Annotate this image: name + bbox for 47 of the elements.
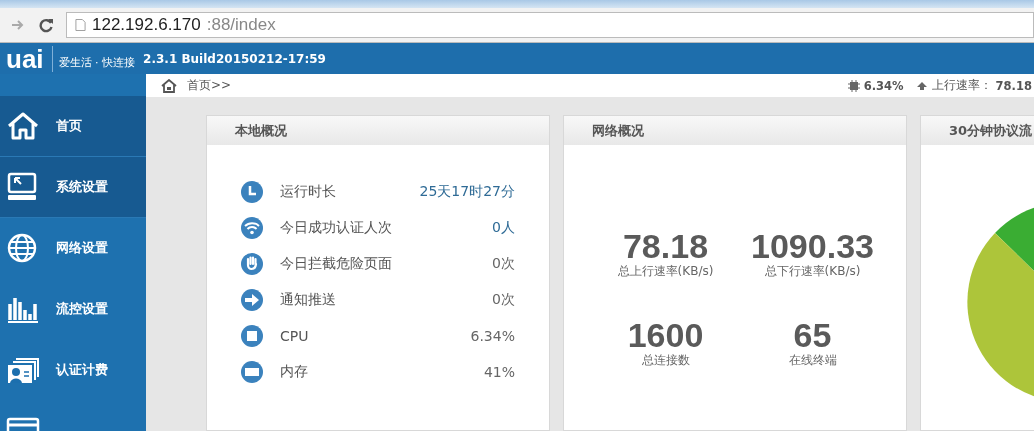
stat-label: CPU (280, 328, 309, 344)
address-bar[interactable]: 122.192.6.170 :88/index (66, 11, 1034, 38)
stat-caption: 总连接数 (641, 352, 690, 369)
stat-number: 1600 (627, 318, 704, 352)
chip-icon (241, 325, 263, 347)
cpu-usage: 6.34% (863, 78, 904, 93)
hand-icon (241, 253, 263, 275)
stat-value: 6.34% (470, 328, 515, 344)
reload-icon[interactable] (38, 16, 54, 33)
upload-speed-label: 上行速率： (931, 78, 992, 93)
up-arrow-icon (915, 80, 928, 91)
card-title: 网络概况 (592, 121, 644, 140)
stat-caption: 总上行速率(KB/s) (617, 263, 714, 280)
sidebar-item[interactable]: 首页 (0, 96, 146, 157)
sidebar-item[interactable]: 系统设置 (0, 157, 146, 218)
logo: uai (0, 45, 53, 72)
version-text: 2.3.1 Build20150212-17:59 (143, 51, 326, 66)
sidebar-item[interactable]: 流控设置 (0, 279, 146, 340)
home-icon[interactable] (161, 78, 177, 93)
stat-number: 65 (793, 318, 832, 352)
stat-label: 今日拦截危险页面 (280, 255, 392, 273)
stat-label: 内存 (280, 363, 308, 381)
stat-value: 41% (483, 364, 515, 380)
stat-value: 0次 (492, 291, 515, 309)
chip-icon (847, 79, 860, 92)
card-title: 本地概况 (235, 121, 287, 140)
stat-caption: 在线终端 (788, 352, 837, 369)
stat-label: 今日成功认证人次 (280, 219, 392, 237)
stat-label: 运行时长 (280, 183, 336, 201)
breadcrumb: 首页>> (187, 77, 232, 94)
stat-value: 0人 (492, 219, 515, 237)
wifi-icon (241, 217, 263, 239)
stat-number: 1090.33 (751, 229, 874, 263)
id-card-icon (6, 355, 40, 385)
home-icon (6, 111, 40, 141)
upload-speed-value: 78.18 (995, 78, 1032, 93)
sidebar-item[interactable]: 网络设置 (0, 218, 146, 279)
stat-value: 0次 (492, 255, 515, 273)
clock-icon (241, 181, 263, 203)
card-title: 30分钟协议流 (949, 121, 1033, 140)
slogan: 爱生活 · 快连接 (57, 55, 137, 70)
stat-value: 25天17时27分 (419, 183, 515, 201)
stat-caption: 总下行速率(KB/s) (764, 263, 861, 280)
stat-number: 78.18 (622, 229, 709, 263)
memory-icon (241, 361, 263, 383)
stat-label: 通知推送 (280, 291, 336, 309)
sidebar-item[interactable]: 认证计费 (0, 340, 146, 401)
